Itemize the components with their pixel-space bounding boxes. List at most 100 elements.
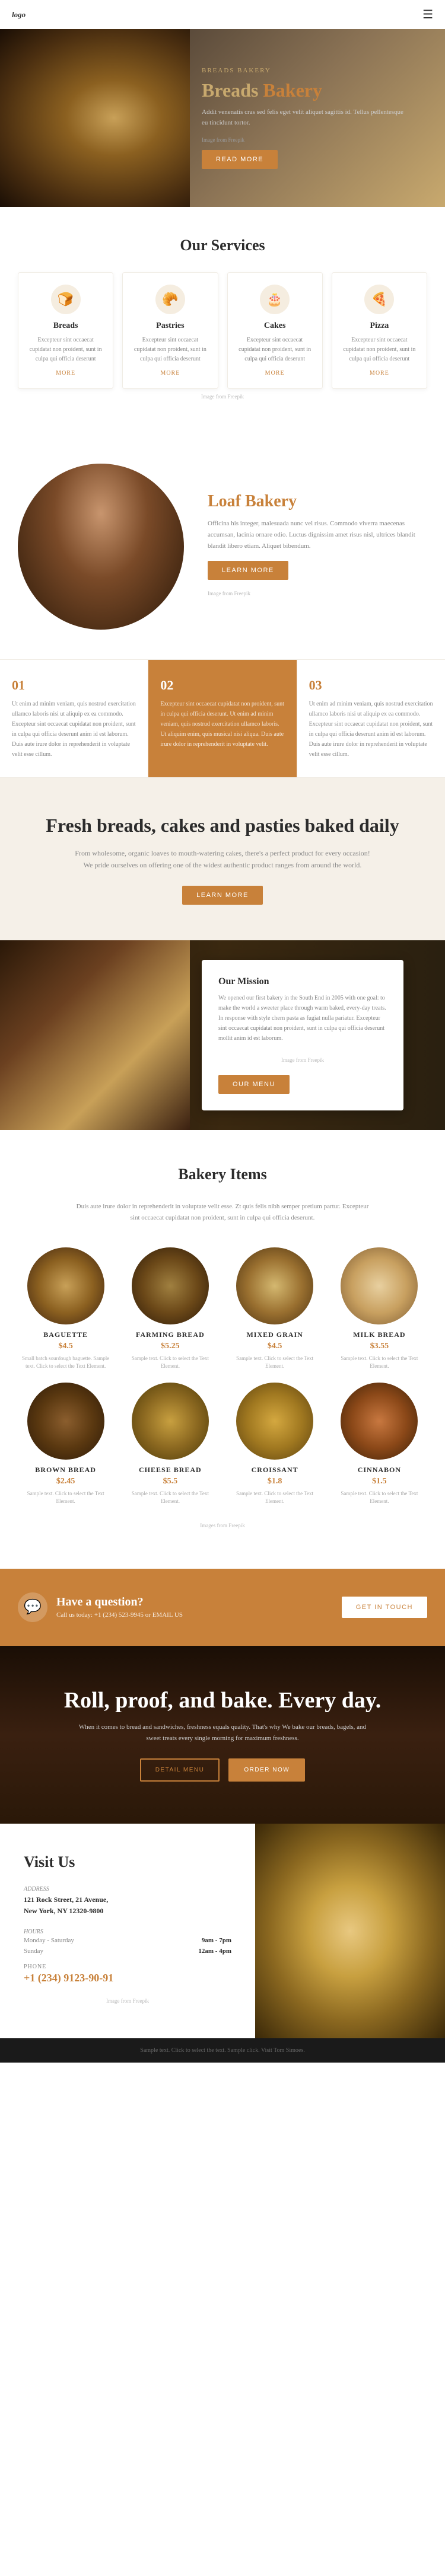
fresh-description: From wholesome, organic loaves to mouth-… [74,847,371,872]
service-link-pizza[interactable]: MORE [341,370,418,376]
question-title: Have a question? [56,1595,183,1609]
question-text: Have a question? Call us today: +1 (234)… [56,1595,183,1619]
sunday-label: Sunday [24,1948,43,1955]
loaf-title: Loaf Bakery [208,492,427,511]
mixed-grain-desc: Sample text. Click to select the Text El… [227,1355,323,1371]
mission-text: We opened our first bakery in the South … [218,993,387,1043]
service-link-breads[interactable]: MORE [27,370,104,376]
loaf-description: Officina his integer, malesuada nunc vel… [208,518,427,551]
cinnabon-name: CINNABON [332,1466,427,1474]
farming-bread-name: FARMING BREAD [122,1330,218,1339]
service-link-cakes[interactable]: MORE [237,370,313,376]
service-desc-breads: Excepteur sint occaecat cupidatat non pr… [27,336,104,364]
visit-section: Visit Us ADDRESS 121 Rock Street, 21 Ave… [0,1824,445,2038]
roll-description: When it comes to bread and sandwiches, f… [74,1722,371,1744]
roll-title: Roll, proof, and bake. Every day. [64,1687,382,1715]
sunday-time: 12am - 4pm [198,1948,231,1955]
milk-bread-desc: Sample text. Click to select the Text El… [332,1355,427,1371]
address-label: ADDRESS [24,1886,231,1892]
item-baguette: BAGUETTE $4.5 Small batch sourdough bagu… [18,1247,113,1371]
hero-section: BREADS BAKERY Breads Bakery Addit venena… [0,29,445,207]
get-in-touch-button[interactable]: GET IN TOUCH [342,1597,427,1618]
our-menu-button[interactable]: OUR MENU [218,1075,290,1094]
service-name-breads: Breads [27,321,104,331]
cheese-bread-desc: Sample text. Click to select the Text El… [122,1490,218,1506]
fresh-section: Fresh breads, cakes and pasties baked da… [0,778,445,940]
visit-image-panel [255,1824,445,2038]
baguette-name: BAGUETTE [18,1330,113,1339]
service-card-pastries: 🥐 Pastries Excepteur sint occaecat cupid… [122,272,218,389]
header: logo ☰ [0,0,445,29]
mixed-grain-price: $4.5 [227,1342,323,1351]
phone-label: PHONE [24,1964,231,1970]
service-name-pizza: Pizza [341,321,418,331]
detail-menu-button[interactable]: DETAIL MENU [140,1758,220,1782]
cinnabon-desc: Sample text. Click to select the Text El… [332,1490,427,1506]
address-value: 121 Rock Street, 21 Avenue,New York, NY … [24,1894,231,1917]
footer: Sample text. Click to select the text. S… [0,2038,445,2063]
brown-bread-image [27,1383,104,1460]
phone-number: +1 (234) 9123-90-91 [24,1972,231,1984]
service-card-breads: 🍞 Breads Excepteur sint occaecat cupidat… [18,272,113,389]
roll-buttons: DETAIL MENU ORDER NOW [64,1758,382,1782]
milk-bread-image [341,1247,418,1324]
services-image-credit: Image from Freepik [18,389,427,404]
visit-content: Visit Us ADDRESS 121 Rock Street, 21 Ave… [0,1824,255,2038]
loaf-section: Loaf Bakery Officina his integer, malesu… [0,434,445,659]
step-1-num: 01 [12,678,136,693]
item-milk-bread: MILK BREAD $3.55 Sample text. Click to s… [332,1247,427,1371]
mission-card: Our Mission We opened our first bakery i… [202,960,403,1110]
read-more-button[interactable]: READ MORE [202,150,278,169]
items-grid: BAGUETTE $4.5 Small batch sourdough bagu… [18,1247,427,1506]
cheese-bread-price: $5.5 [122,1477,218,1486]
bakery-items-title: Bakery Items [18,1166,427,1183]
breads-icon: 🍞 [51,285,81,314]
hero-label: BREADS BAKERY [202,67,403,74]
item-cinnabon: CINNABON $1.5 Sample text. Click to sele… [332,1383,427,1506]
bakery-items-subtitle: Duis aute irure dolor in reprehenderit i… [74,1201,371,1223]
weekday-label: Monday - Saturday [24,1937,74,1944]
croissant-name: CROISSANT [227,1466,323,1474]
cakes-icon: 🎂 [260,285,290,314]
order-now-button[interactable]: ORDER NOW [228,1758,305,1782]
visit-title: Visit Us [24,1853,231,1871]
services-title: Our Services [18,237,427,254]
visit-hours: HOURS Monday - Saturday 9am - 7pm Sunday… [24,1929,231,1955]
pizza-icon: 🍕 [364,285,394,314]
learn-more-button[interactable]: LEARN MORE [208,561,288,580]
question-left: 💬 Have a question? Call us today: +1 (23… [18,1592,183,1622]
step-3: 03 Ut enim ad minim veniam, quis nostrud… [297,660,445,777]
bakery-items-section: Bakery Items Duis aute irure dolor in re… [0,1130,445,1568]
mission-title: Our Mission [218,976,387,987]
service-card-pizza: 🍕 Pizza Excepteur sint occaecat cupidata… [332,272,427,389]
question-banner: 💬 Have a question? Call us today: +1 (23… [0,1569,445,1646]
cinnabon-image [341,1383,418,1460]
item-brown-bread: BROWN BREAD $2.45 Sample text. Click to … [18,1383,113,1506]
brown-bread-price: $2.45 [18,1477,113,1486]
service-desc-pizza: Excepteur sint occaecat cupidatat non pr… [341,336,418,364]
item-croissant: CROISSANT $1.8 Sample text. Click to sel… [227,1383,323,1506]
menu-icon[interactable]: ☰ [422,7,433,22]
logo: logo [12,10,26,20]
visit-address: ADDRESS 121 Rock Street, 21 Avenue,New Y… [24,1886,231,1917]
mission-image [0,940,190,1130]
roll-section: Roll, proof, and bake. Every day. When i… [0,1646,445,1824]
service-link-pastries[interactable]: MORE [132,370,208,376]
item-mixed-grain: MIXED GRAIN $4.5 Sample text. Click to s… [227,1247,323,1371]
question-subtitle: Call us today: +1 (234) 523-9945 or EMAI… [56,1611,183,1619]
fresh-learn-more-button[interactable]: LEARN MORE [182,886,263,905]
baguette-price: $4.5 [18,1342,113,1351]
croissant-price: $1.8 [227,1477,323,1486]
hero-bread-image [0,29,190,207]
baguette-image [27,1247,104,1324]
hero-content: BREADS BAKERY Breads Bakery Addit venena… [190,55,415,181]
mission-section: Our Mission We opened our first bakery i… [0,940,445,1130]
farming-bread-price: $5.25 [122,1342,218,1351]
farming-bread-image [132,1247,209,1324]
hours-label: HOURS [24,1929,231,1935]
step-3-text: Ut enim ad minim veniam, quis nostrud ex… [309,699,433,759]
loaf-content: Loaf Bakery Officina his integer, malesu… [208,492,427,601]
mission-image-credit: Image from Freepik [218,1052,387,1068]
pastries-icon: 🥐 [155,285,185,314]
item-cheese-bread: CHEESE BREAD $5.5 Sample text. Click to … [122,1383,218,1506]
